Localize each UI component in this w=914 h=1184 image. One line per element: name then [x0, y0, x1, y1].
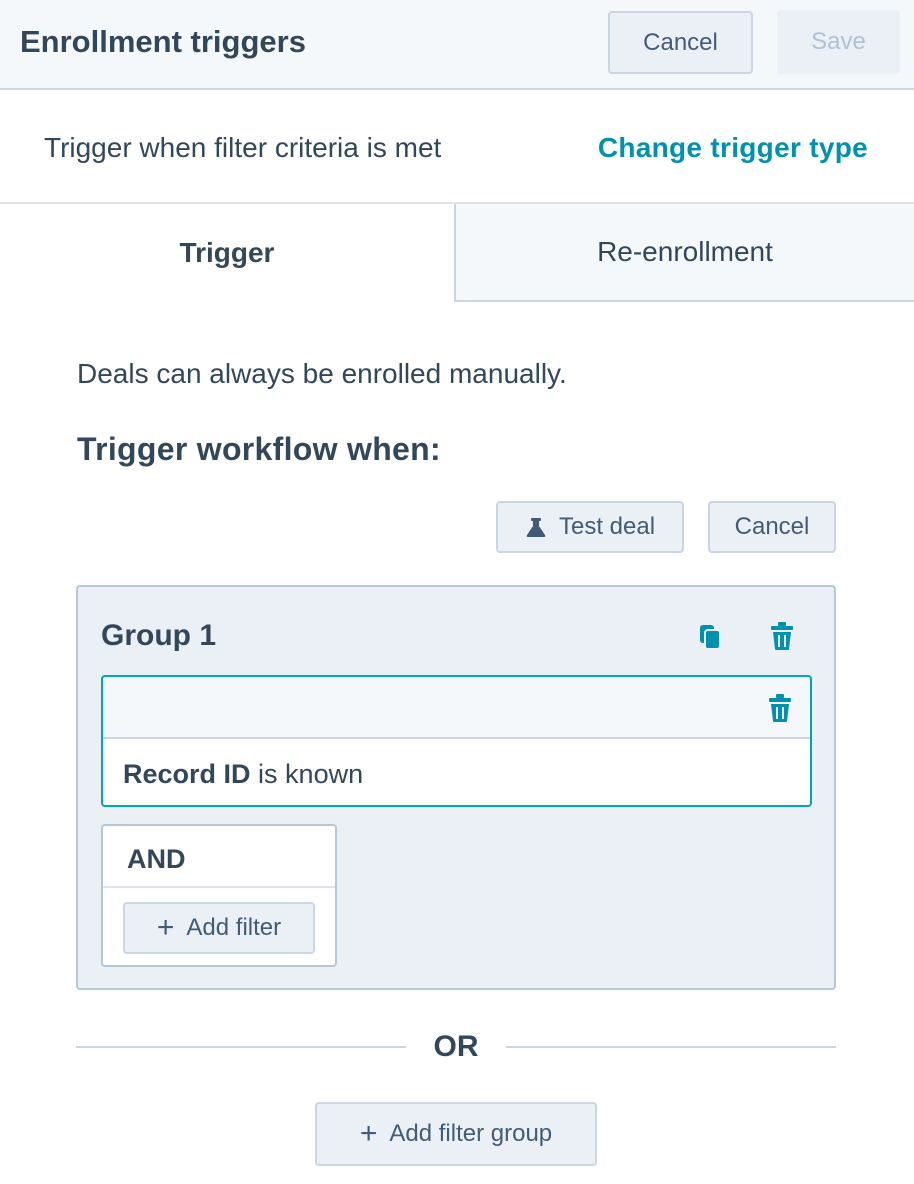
filter-card-header [103, 677, 810, 739]
page-title: Enrollment triggers [20, 24, 306, 59]
add-filter-label: Add filter [186, 914, 282, 941]
test-deal-button[interactable]: Test deal [496, 501, 684, 553]
filter-operator: is known [258, 759, 364, 789]
flask-icon [525, 516, 547, 538]
filter-property: Record ID [123, 759, 251, 789]
filter-condition: Record ID is known [123, 759, 363, 790]
divider-line-left [76, 1046, 406, 1048]
group-title: Group 1 [101, 619, 217, 652]
add-filter-group-button[interactable]: + Add filter group [315, 1102, 597, 1166]
add-filter-group-label: Add filter group [389, 1120, 553, 1147]
test-deal-label: Test deal [558, 513, 656, 540]
trigger-type-row: Trigger when filter criteria is met Chan… [0, 92, 914, 204]
save-button[interactable]: Save [777, 10, 900, 74]
add-filter-button[interactable]: + Add filter [123, 902, 315, 954]
filter-card[interactable]: Record ID is known [101, 675, 812, 807]
trigger-type-description: Trigger when filter criteria is met [44, 132, 442, 163]
filter-group: Group 1 Record ID is known AND + Add fil… [76, 585, 836, 990]
divider-line-right [506, 1046, 836, 1048]
plus-icon: + [359, 1117, 378, 1150]
delete-filter-trash-icon[interactable] [765, 691, 795, 725]
manual-enrollment-note: Deals can always be enrolled manually. [77, 358, 567, 389]
header-cancel-button[interactable]: Cancel [608, 11, 753, 74]
or-divider: OR [76, 1020, 836, 1076]
change-trigger-type-link[interactable]: Change trigger type [598, 132, 868, 164]
cancel-button[interactable]: Cancel [708, 501, 836, 553]
tab-trigger[interactable]: Trigger [0, 204, 456, 302]
trigger-workflow-heading: Trigger workflow when: [77, 431, 441, 467]
copy-icon[interactable] [695, 620, 725, 654]
panel-header: Enrollment triggers Cancel Save [0, 0, 914, 90]
or-label: OR [433, 1030, 479, 1063]
and-filter-box: AND + Add filter [101, 824, 337, 967]
and-label: AND [103, 826, 335, 888]
plus-icon: + [156, 911, 175, 944]
delete-group-trash-icon[interactable] [767, 619, 797, 653]
tab-re-enrollment[interactable]: Re-enrollment [456, 204, 914, 302]
